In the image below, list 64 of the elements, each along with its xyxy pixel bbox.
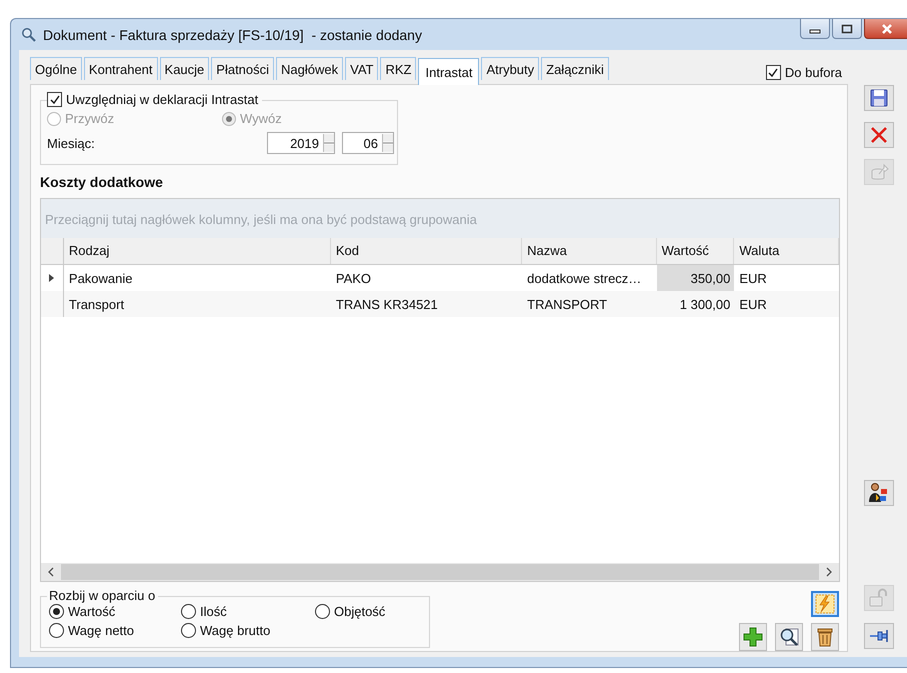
table-cell-text: EUR xyxy=(738,270,768,288)
group-by-hint: Przeciągnij tutaj nagłówek kolumny, jeśli ma ona być podstawą grupowania xyxy=(41,199,839,238)
person-arrows-icon xyxy=(868,482,890,504)
magnifier-icon xyxy=(778,626,800,648)
split-radio[interactable]: Wagę netto xyxy=(49,623,181,638)
table-cell-text: dodatkowe strecz… xyxy=(526,270,642,288)
table-cell-text: TRANSPORT xyxy=(526,296,608,314)
tab[interactable]: Płatności xyxy=(211,57,274,80)
table-cell-text: Transport xyxy=(68,296,126,314)
column-header[interactable]: Wartość xyxy=(656,238,734,264)
close-button[interactable] xyxy=(864,19,907,39)
cross-icon xyxy=(869,125,889,145)
cancel-button[interactable] xyxy=(864,122,894,148)
split-radio[interactable]: Ilość xyxy=(181,604,315,619)
maximize-icon xyxy=(841,24,853,34)
plus-icon xyxy=(742,626,764,648)
horizontal-scrollbar[interactable] xyxy=(41,563,839,581)
tab[interactable]: Ogólne xyxy=(30,57,82,80)
tab[interactable]: Załączniki xyxy=(541,57,609,80)
checkmark-icon xyxy=(767,66,780,78)
split-label: Rozbij w oparciu o xyxy=(47,588,158,603)
lightning-icon xyxy=(815,594,835,614)
column-header[interactable]: Nazwa xyxy=(522,238,657,264)
lightning-button[interactable] xyxy=(811,591,839,617)
table-cell-text: PAKO xyxy=(334,270,372,288)
tab[interactable]: Atrybuty xyxy=(481,57,540,80)
minimize-button[interactable] xyxy=(800,19,830,39)
tab[interactable]: Nagłówek xyxy=(276,57,344,80)
month-spinner[interactable]: 06 xyxy=(342,132,394,154)
split-radio[interactable]: Objętość xyxy=(315,604,435,619)
close-icon xyxy=(880,22,894,34)
cylinder-arrow-icon xyxy=(869,162,889,182)
search-icon xyxy=(21,26,37,42)
split-radio[interactable]: Wartość xyxy=(49,604,181,619)
pin-button[interactable] xyxy=(864,623,894,649)
do-bufora-checkbox[interactable]: Do bufora xyxy=(766,65,842,80)
padlock-icon xyxy=(868,587,890,609)
maximize-button[interactable] xyxy=(832,19,862,39)
section-title: Koszty dodatkowe xyxy=(40,174,164,190)
table-cell-text: EUR xyxy=(738,296,768,314)
tab[interactable]: VAT xyxy=(345,57,378,80)
column-header[interactable]: Kod xyxy=(330,238,522,264)
checkmark-icon xyxy=(48,94,60,106)
tab[interactable]: Kaucje xyxy=(160,57,210,80)
delete-button[interactable] xyxy=(811,623,839,651)
split-radio[interactable]: Wagę brutto xyxy=(181,623,315,638)
column-header[interactable]: Rodzaj xyxy=(64,238,331,264)
current-row-icon xyxy=(49,274,54,282)
add-button[interactable] xyxy=(739,623,767,651)
table-cell: 350,00 xyxy=(656,265,734,291)
save-button[interactable] xyxy=(864,85,894,111)
tab[interactable]: Kontrahent xyxy=(84,57,158,80)
table-cell-text: 1 300,00 xyxy=(678,296,732,314)
table-cell-text: TRANS KR34521 xyxy=(334,296,439,314)
tab[interactable]: RKZ xyxy=(380,57,416,80)
month-label: Miesiąc: xyxy=(47,136,96,150)
table-cell-text: Pakowanie xyxy=(68,270,134,288)
tab[interactable]: Intrastat xyxy=(418,58,480,85)
window-title: Dokument - Faktura sprzedaży [FS-10/19] - zostanie dodany xyxy=(43,26,422,42)
preview-button[interactable] xyxy=(775,623,803,651)
intrastat-checkbox[interactable]: Uwzględniaj w deklaracji Intrastat xyxy=(47,92,262,107)
column-header[interactable]: Waluta xyxy=(734,238,839,264)
year-spinner[interactable]: 2019 xyxy=(267,132,335,154)
contractor-button[interactable] xyxy=(864,480,894,506)
